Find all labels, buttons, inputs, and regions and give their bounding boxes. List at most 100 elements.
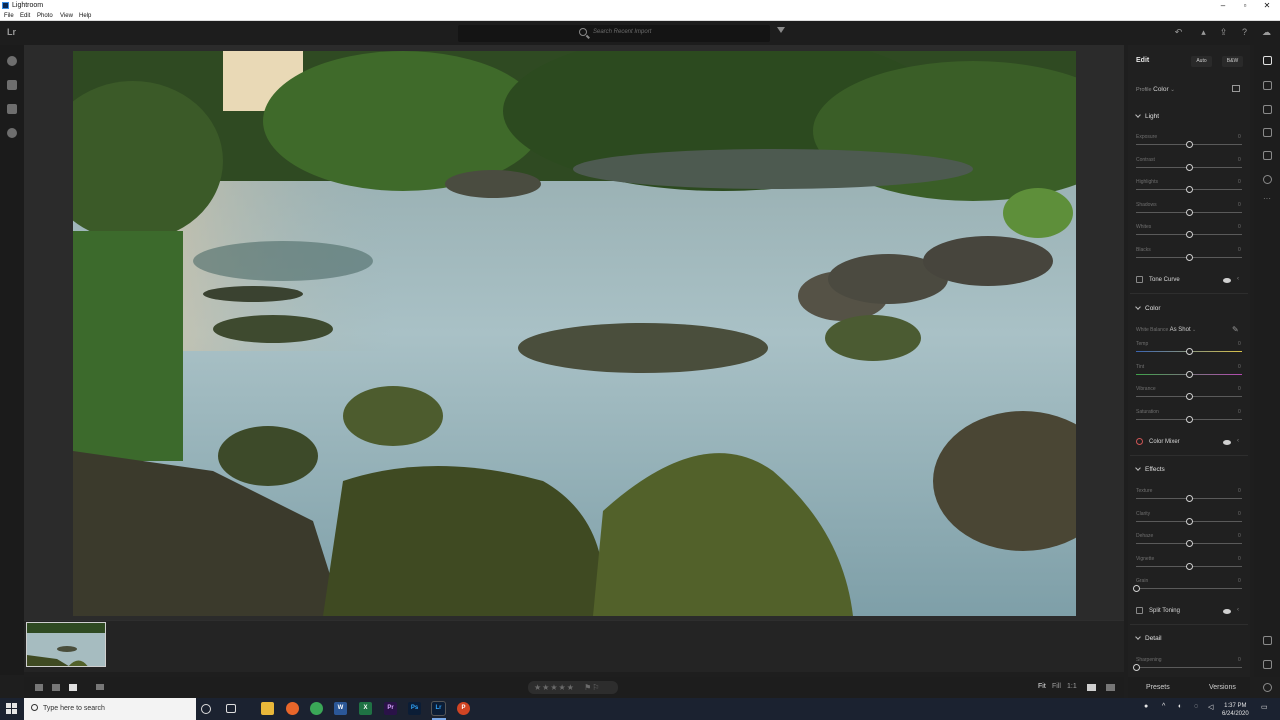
notification-icon[interactable]: ▴ <box>1198 27 1209 38</box>
taskbar-search-input[interactable]: Type here to search <box>24 698 196 720</box>
home-icon[interactable] <box>7 80 17 90</box>
compare-icon[interactable] <box>1087 684 1096 691</box>
auto-button[interactable]: Auto <box>1191 56 1212 67</box>
slider-handle[interactable] <box>1185 348 1193 355</box>
excel-icon[interactable]: X <box>359 702 372 715</box>
profile-selector[interactable]: Profile Color ⌄ <box>1136 86 1175 93</box>
slider-handle[interactable] <box>1185 253 1193 261</box>
before-after-icon[interactable] <box>1106 684 1115 691</box>
star-rating[interactable]: ★★★★★ ⚑⚐ <box>528 681 618 694</box>
grid-view-icon[interactable] <box>35 684 43 691</box>
rating-stars[interactable]: ★★★★★ <box>534 683 575 692</box>
word-icon[interactable]: W <box>334 702 347 715</box>
filter-icon[interactable] <box>777 27 785 33</box>
square-grid-icon[interactable] <box>52 684 60 691</box>
presets-tab[interactable]: Presets <box>1146 684 1170 691</box>
visibility-eye-icon[interactable] <box>1223 440 1231 445</box>
slider-handle[interactable] <box>1185 540 1193 547</box>
maximize-icon[interactable]: ▫ <box>1234 0 1256 11</box>
section-light[interactable]: Light <box>1135 112 1159 120</box>
profile-browser-icon[interactable] <box>1232 85 1240 92</box>
search-input[interactable]: Search Recent Import <box>458 25 770 42</box>
slider-handle[interactable] <box>1185 231 1193 238</box>
eyedropper-icon[interactable]: ✎ <box>1232 325 1239 334</box>
main-photo[interactable] <box>73 51 1076 616</box>
filmstrip-thumbnail[interactable] <box>26 622 106 667</box>
tone-curve-row[interactable]: Tone Curve <box>1136 276 1180 283</box>
undo-icon[interactable]: ↶ <box>1173 27 1184 38</box>
chrome-icon[interactable] <box>310 702 323 715</box>
brush-icon[interactable] <box>1263 128 1272 137</box>
taskbar-clock[interactable]: 1:37 PM 6/24/2020 <box>1222 702 1249 718</box>
chevron-left-icon[interactable]: ‹ <box>1237 276 1239 282</box>
section-color[interactable]: Color <box>1135 304 1161 312</box>
slider-value[interactable]: 0 <box>1238 578 1241 584</box>
slider-value[interactable]: 0 <box>1238 202 1241 208</box>
slider-handle[interactable] <box>1185 141 1193 148</box>
linear-gradient-icon[interactable] <box>1263 151 1272 160</box>
zoom-1-to-1[interactable]: 1:1 <box>1067 683 1077 690</box>
file-explorer-icon[interactable] <box>261 702 274 715</box>
cloud-sync-icon[interactable]: ☁ <box>1261 27 1272 38</box>
firefox-icon[interactable] <box>286 702 299 715</box>
slider-handle[interactable] <box>1185 163 1193 171</box>
slider-value[interactable]: 0 <box>1238 386 1241 392</box>
split-toning-row[interactable]: Split Toning <box>1136 607 1180 614</box>
slider-value[interactable]: 0 <box>1238 657 1241 663</box>
visibility-eye-icon[interactable] <box>1223 278 1231 283</box>
slider-track[interactable] <box>1136 667 1242 668</box>
chevron-left-icon[interactable]: ‹ <box>1237 607 1239 613</box>
healing-brush-icon[interactable] <box>1263 105 1272 114</box>
menu-edit[interactable]: Edit <box>20 11 30 21</box>
menu-help[interactable]: Help <box>79 11 91 21</box>
section-effects[interactable]: Effects <box>1135 465 1165 473</box>
premiere-icon[interactable]: Pr <box>384 702 397 715</box>
slider-value[interactable]: 0 <box>1238 364 1241 370</box>
zoom-fill[interactable]: Fill <box>1052 683 1061 690</box>
add-photos-icon[interactable] <box>7 56 17 66</box>
bw-button[interactable]: B&W <box>1222 56 1243 67</box>
profile-value[interactable]: Color <box>1153 86 1169 93</box>
slider-value[interactable]: 0 <box>1238 511 1241 517</box>
edit-sliders-icon[interactable] <box>1263 56 1272 65</box>
section-detail[interactable]: Detail <box>1135 634 1162 642</box>
slider-handle[interactable] <box>1185 208 1193 216</box>
powerpoint-icon[interactable]: P <box>457 702 470 715</box>
slider-value[interactable]: 0 <box>1238 157 1241 163</box>
more-options-icon[interactable]: ··· <box>1263 195 1272 206</box>
detail-view-icon[interactable] <box>69 684 77 691</box>
slider-handle[interactable] <box>1185 562 1193 570</box>
chevron-left-icon[interactable]: ‹ <box>1237 438 1239 444</box>
slider-handle[interactable] <box>1185 393 1193 400</box>
comments-icon[interactable] <box>1263 636 1272 645</box>
slider-handle[interactable] <box>1185 415 1193 423</box>
slider-value[interactable]: 0 <box>1238 409 1241 415</box>
white-balance-row[interactable]: White Balance As Shot ⌄ <box>1136 327 1196 333</box>
flag-icon[interactable]: ⚑⚐ <box>584 683 600 692</box>
cortana-icon[interactable] <box>201 704 211 714</box>
menu-view[interactable]: View <box>60 11 73 21</box>
slider-value[interactable]: 0 <box>1238 533 1241 539</box>
menu-file[interactable]: File <box>4 11 14 21</box>
photoshop-icon[interactable]: Ps <box>408 702 421 715</box>
tray-overflow-icon[interactable]: ^ <box>1162 703 1165 710</box>
lightroom-taskbar-icon[interactable]: Lr <box>431 701 446 716</box>
menu-photo[interactable]: Photo <box>37 11 53 21</box>
info-icon[interactable] <box>1263 683 1272 692</box>
slider-value[interactable]: 0 <box>1238 556 1241 562</box>
minimize-icon[interactable]: – <box>1212 0 1234 11</box>
sort-icon[interactable] <box>96 684 104 690</box>
slider-value[interactable]: 0 <box>1238 179 1241 185</box>
user-avatar-icon[interactable]: ● <box>1144 703 1148 710</box>
keyword-tag-icon[interactable] <box>1263 660 1272 669</box>
share-icon[interactable]: ⇪ <box>1218 27 1229 38</box>
volume-icon[interactable]: ◁ <box>1208 703 1213 711</box>
white-balance-value[interactable]: As Shot <box>1170 327 1191 333</box>
slider-handle[interactable] <box>1185 370 1193 378</box>
slider-handle[interactable] <box>1185 517 1193 525</box>
slider-value[interactable]: 0 <box>1238 134 1241 140</box>
radial-gradient-icon[interactable] <box>1263 175 1272 184</box>
network-icon[interactable]: ◌ <box>1194 703 1198 710</box>
slider-handle[interactable] <box>1185 495 1193 502</box>
crop-icon[interactable] <box>1263 81 1272 90</box>
